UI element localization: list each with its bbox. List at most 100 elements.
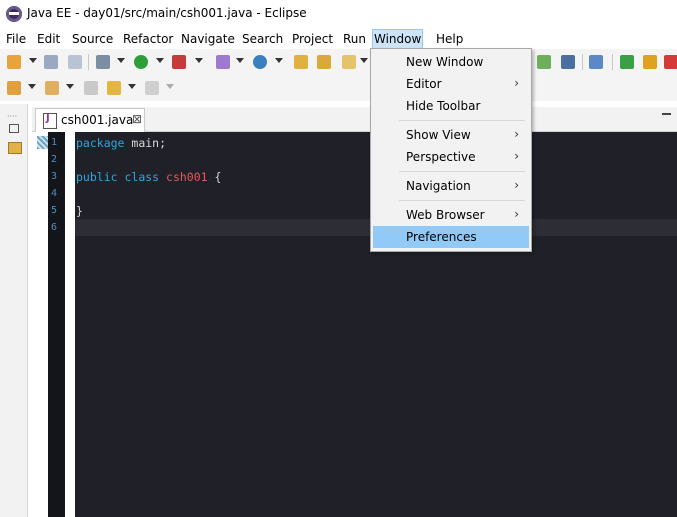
- menu-item-web-browser[interactable]: Web Browser ›: [373, 204, 529, 226]
- toolbar-separator: [88, 54, 89, 70]
- menu-window[interactable]: Window: [372, 29, 424, 49]
- suspend-icon[interactable]: [643, 55, 657, 69]
- new-server-icon[interactable]: [216, 55, 230, 69]
- menu-item-preferences[interactable]: Preferences: [373, 226, 529, 248]
- new-class-dropdown-icon[interactable]: [275, 58, 283, 63]
- package-explorer-icon[interactable]: [8, 142, 22, 154]
- class-name: csh001: [159, 170, 208, 184]
- line-number: 2: [51, 154, 58, 165]
- menu-item-label: Show View: [406, 128, 471, 142]
- last-edit-icon[interactable]: [84, 81, 98, 95]
- menu-item-navigation[interactable]: Navigation ›: [373, 175, 529, 197]
- main-toolbar: [0, 49, 677, 75]
- previous-annotation-dropdown-icon[interactable]: [66, 84, 74, 89]
- run-icon[interactable]: [134, 55, 148, 69]
- submenu-arrow-icon: ›: [514, 178, 519, 192]
- open-type-icon[interactable]: [294, 55, 308, 69]
- code-text: {: [207, 170, 222, 184]
- resume-icon[interactable]: [620, 55, 634, 69]
- open-folder-icon[interactable]: [317, 55, 331, 69]
- menu-item-label: Editor: [406, 77, 442, 91]
- toolbar-separator: [612, 54, 613, 70]
- close-tab-icon[interactable]: ⊠: [132, 112, 142, 126]
- new-dropdown-icon[interactable]: [29, 58, 37, 63]
- build-icon[interactable]: [537, 55, 551, 69]
- menu-item-label: Hide Toolbar: [406, 99, 481, 113]
- menu-project[interactable]: Project: [291, 30, 334, 48]
- code-line-5: }: [76, 204, 83, 218]
- next-annotation-icon[interactable]: [7, 81, 21, 95]
- new-java-class-icon[interactable]: [253, 55, 267, 69]
- menu-item-label: Navigation: [406, 179, 471, 193]
- window-title: Java EE - day01/src/main/csh001.java - E…: [27, 6, 307, 20]
- window-menu-dropdown: New Window Editor › Hide Toolbar Show Vi…: [370, 48, 532, 252]
- toolbar-separator: [582, 54, 583, 70]
- menu-edit[interactable]: Edit: [36, 30, 61, 48]
- forward-dropdown-icon[interactable]: [166, 84, 174, 89]
- menu-refactor[interactable]: Refactor: [122, 30, 174, 48]
- menu-item-perspective[interactable]: Perspective ›: [373, 146, 529, 168]
- external-tools-dropdown-icon[interactable]: [195, 58, 203, 63]
- disconnect-icon[interactable]: [589, 55, 603, 69]
- restore-icon[interactable]: [9, 124, 19, 133]
- left-trim-stack: ····: [0, 104, 28, 517]
- line-number: 1: [51, 137, 58, 148]
- menu-help[interactable]: Help: [435, 30, 464, 48]
- menu-navigate[interactable]: Navigate: [180, 30, 236, 48]
- forward-icon[interactable]: [145, 81, 159, 95]
- search-icon[interactable]: [342, 55, 356, 69]
- menu-bar: File Edit Source Refactor Navigate Searc…: [0, 29, 677, 49]
- code-editor[interactable]: 1 2 3 4 5 6 package main; public class c…: [32, 132, 677, 517]
- menu-item-label: New Window: [406, 55, 484, 69]
- code-text: }: [76, 204, 83, 218]
- code-line-3: public class csh001 {: [76, 170, 221, 184]
- keyword: class: [117, 170, 160, 184]
- external-tools-icon[interactable]: [172, 55, 186, 69]
- back-dropdown-icon[interactable]: [128, 84, 136, 89]
- server-dropdown-icon[interactable]: [236, 58, 244, 63]
- previous-annotation-icon[interactable]: [45, 81, 59, 95]
- editor-tab-csh001[interactable]: csh001.java ⊠: [35, 108, 145, 132]
- drag-handle-icon[interactable]: ····: [7, 112, 17, 121]
- menu-item-label: Perspective: [406, 150, 476, 164]
- save-icon[interactable]: [44, 55, 58, 69]
- menu-separator: [399, 171, 525, 172]
- settings-icon[interactable]: [96, 55, 110, 69]
- keyword: public: [76, 170, 118, 184]
- menu-run[interactable]: Run: [342, 30, 367, 48]
- menu-item-hide-toolbar[interactable]: Hide Toolbar: [373, 95, 529, 117]
- line-number: 6: [51, 222, 58, 233]
- quick-diff-marker: [37, 136, 48, 149]
- line-number: 3: [51, 171, 58, 182]
- code-line-1: package main;: [76, 136, 166, 150]
- keyword: package: [76, 136, 125, 150]
- menu-separator: [399, 200, 525, 201]
- java-file-icon: [43, 113, 57, 129]
- menu-item-show-view[interactable]: Show View ›: [373, 124, 529, 146]
- menu-item-new-window[interactable]: New Window: [373, 51, 529, 73]
- menu-file[interactable]: File: [5, 30, 27, 48]
- editor-tab-label: csh001.java: [61, 113, 134, 127]
- new-icon[interactable]: [7, 55, 21, 69]
- back-icon[interactable]: [107, 81, 121, 95]
- eclipse-logo-icon: [6, 6, 22, 22]
- submenu-arrow-icon: ›: [514, 207, 519, 221]
- search-dropdown-icon[interactable]: [360, 58, 368, 63]
- line-number: 4: [51, 188, 58, 199]
- submenu-arrow-icon: ›: [514, 127, 519, 141]
- menu-search[interactable]: Search: [241, 30, 284, 48]
- terminate-icon[interactable]: [664, 55, 677, 69]
- menu-separator: [399, 120, 525, 121]
- run-dropdown-icon[interactable]: [156, 58, 164, 63]
- menu-item-editor[interactable]: Editor ›: [373, 73, 529, 95]
- line-number: 5: [51, 205, 58, 216]
- console-icon[interactable]: [561, 55, 575, 69]
- code-text: main;: [124, 136, 167, 150]
- menu-source[interactable]: Source: [71, 30, 114, 48]
- next-annotation-dropdown-icon[interactable]: [28, 84, 36, 89]
- menu-item-label: Web Browser: [406, 208, 485, 222]
- save-all-icon[interactable]: [68, 55, 82, 69]
- settings-dropdown-icon[interactable]: [117, 58, 125, 63]
- minimize-icon[interactable]: [662, 113, 671, 115]
- navigation-toolbar: [0, 75, 677, 101]
